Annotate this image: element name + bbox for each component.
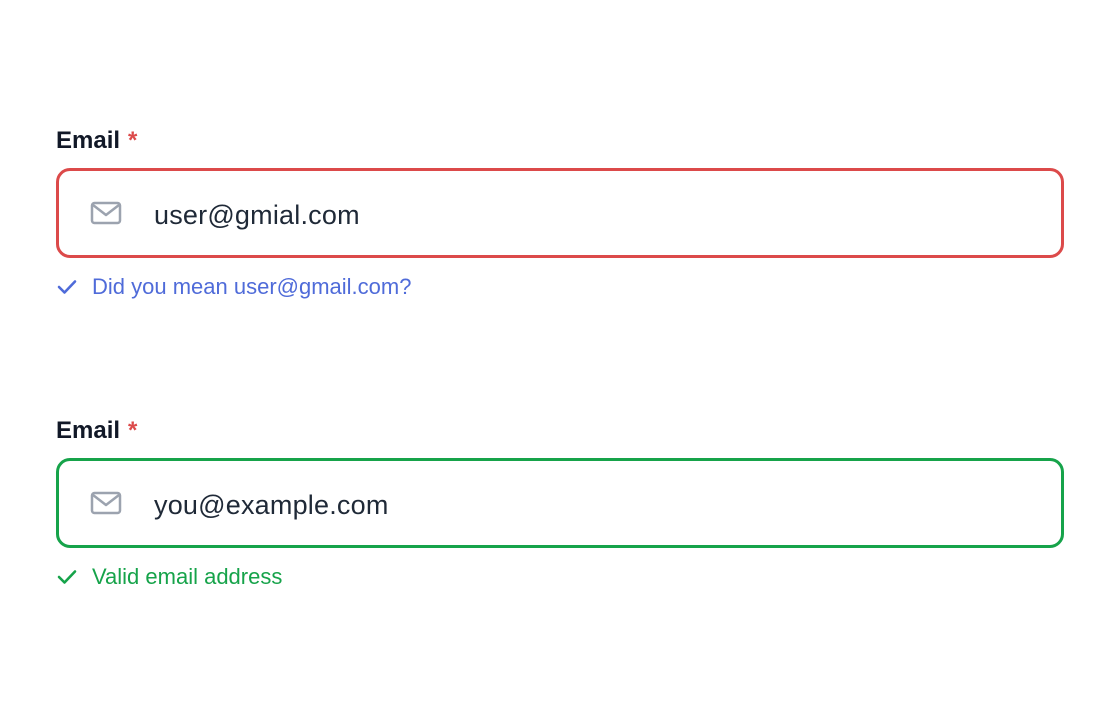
- email-input-box[interactable]: [56, 458, 1064, 548]
- mail-icon: [90, 490, 122, 516]
- suggestion-text[interactable]: Did you mean user@gmail.com?: [92, 274, 411, 300]
- email-input[interactable]: [154, 199, 1061, 231]
- check-icon: [56, 566, 78, 588]
- email-field-group-typo: Email * Did you mean user@gmail.com?: [56, 124, 1064, 302]
- email-label-row: Email *: [56, 414, 1064, 448]
- required-asterisk: *: [128, 417, 138, 444]
- email-input-box[interactable]: [56, 168, 1064, 258]
- mail-icon: [90, 200, 122, 226]
- email-field-group-valid: Email * Valid email address: [56, 414, 1064, 592]
- check-icon: [56, 276, 78, 298]
- email-suggestion[interactable]: Did you mean user@gmail.com?: [56, 272, 1064, 302]
- required-asterisk: *: [128, 127, 138, 154]
- email-valid-message: Valid email address: [56, 562, 1064, 592]
- email-label-row: Email *: [56, 124, 1064, 158]
- email-input[interactable]: [154, 489, 1061, 521]
- email-label: Email: [56, 127, 121, 154]
- valid-message-text: Valid email address: [92, 564, 283, 589]
- email-label: Email: [56, 417, 121, 444]
